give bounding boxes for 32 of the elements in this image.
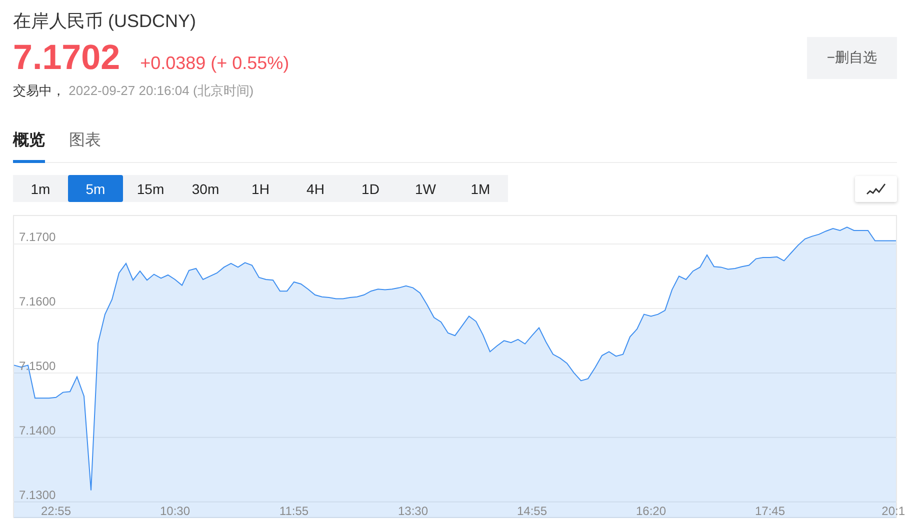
- period-button[interactable]: 15m: [123, 175, 178, 202]
- y-axis-label: 7.1600: [19, 294, 56, 308]
- x-axis-label: 16:20: [636, 504, 666, 518]
- x-axis-label: 14:55: [516, 504, 548, 518]
- y-axis-label: 7.1500: [19, 358, 56, 373]
- tab[interactable]: 图表: [69, 130, 101, 163]
- period-button[interactable]: 1M: [453, 175, 508, 202]
- period-button[interactable]: 1W: [398, 175, 453, 202]
- x-axis-label: 10:30: [160, 504, 190, 518]
- remove-watchlist-button[interactable]: −删自选: [807, 37, 897, 79]
- period-button[interactable]: 5m: [68, 175, 123, 202]
- x-axis-label: 22:55: [40, 504, 72, 518]
- x-axis-label: 13:30: [398, 504, 428, 518]
- period-button[interactable]: 4H: [288, 175, 343, 202]
- line-chart-icon: [866, 182, 886, 196]
- x-axis-label: 11:55: [279, 504, 309, 518]
- trading-status: 交易中，: [13, 83, 65, 98]
- price: 7.1702: [13, 38, 120, 78]
- period-button[interactable]: 1m: [13, 175, 68, 202]
- y-axis-label: 7.1300: [19, 488, 56, 502]
- x-axis-label: 20:1: [882, 504, 905, 518]
- y-axis-label: 7.1400: [19, 423, 56, 438]
- period-button[interactable]: 1D: [343, 175, 398, 202]
- y-axis-label: 7.1700: [19, 230, 56, 244]
- timestamp: 2022-09-27 20:16:04 (北京时间): [68, 83, 254, 98]
- period-button[interactable]: 1H: [233, 175, 288, 202]
- period-button[interactable]: 30m: [178, 175, 233, 202]
- instrument-title: 在岸人民币 (USDCNY): [13, 10, 197, 33]
- tab[interactable]: 概览: [13, 130, 45, 163]
- x-axis-label: 17:45: [754, 504, 786, 518]
- chart-type-button[interactable]: [855, 176, 897, 202]
- price-change: +0.0389 (+ 0.55%): [140, 53, 290, 74]
